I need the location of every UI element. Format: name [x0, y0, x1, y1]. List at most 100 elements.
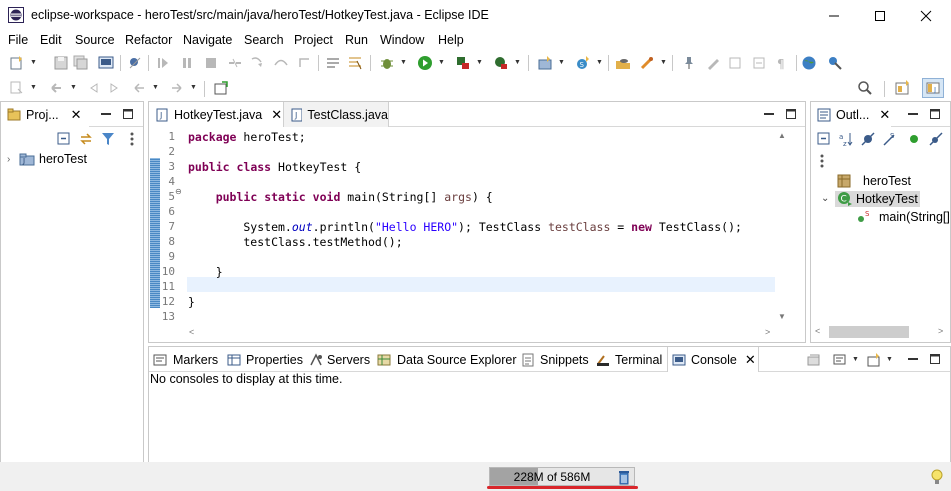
expand-arrow-icon[interactable]: › [7, 154, 19, 165]
navigate-forward-icon[interactable] [168, 79, 186, 97]
minimize-button[interactable] [811, 0, 857, 31]
menu-project[interactable]: Project [294, 33, 333, 47]
open-perspective-icon[interactable] [894, 79, 912, 97]
disconnect-icon[interactable] [226, 54, 244, 72]
outline-item-package[interactable]: heroTest [837, 172, 911, 189]
prev-annotation-icon[interactable] [84, 79, 102, 97]
minimize-view-icon[interactable] [905, 106, 921, 122]
back-icon[interactable] [48, 79, 66, 97]
menu-source[interactable]: Source [75, 33, 115, 47]
scroll-right-icon[interactable]: > [938, 326, 943, 336]
menu-file[interactable]: File [8, 33, 28, 47]
tab-outline[interactable]: Outl... ✕ [811, 102, 891, 127]
maximize-button[interactable] [857, 0, 903, 31]
skip-breakpoints-icon[interactable] [126, 54, 144, 72]
toggle-mark-occurrences-icon[interactable] [324, 54, 342, 72]
run-icon[interactable] [416, 54, 434, 72]
open-console-icon[interactable] [831, 351, 849, 369]
search-icon[interactable] [856, 79, 874, 97]
last-edit-location-icon[interactable] [8, 79, 26, 97]
tab-markers[interactable]: Markers [153, 347, 218, 372]
pin-icon[interactable] [680, 54, 698, 72]
hide-non-public-icon[interactable] [905, 130, 923, 148]
new-console-view-icon[interactable] [865, 351, 883, 369]
horizontal-scrollbar[interactable]: < > [185, 325, 775, 340]
external-tools-icon[interactable] [492, 54, 510, 72]
view-menu-icon[interactable] [123, 130, 141, 148]
tab-package-explorer[interactable]: Proj... ✕ [1, 102, 89, 127]
coverage-icon[interactable] [454, 54, 472, 72]
minimize-view-icon[interactable] [98, 106, 114, 122]
tab-console[interactable]: Console ✕ [667, 347, 759, 372]
display-selected-console-icon[interactable] [805, 351, 823, 369]
navigate-back-icon[interactable] [130, 79, 148, 97]
new-java-project-icon[interactable] [536, 54, 554, 72]
close-icon[interactable]: ✕ [271, 107, 282, 123]
tab-testclass-java[interactable]: J TestClass.java [283, 102, 389, 127]
link-with-editor-icon[interactable] [77, 130, 95, 148]
prev-edit-icon[interactable] [726, 54, 744, 72]
scroll-right-icon[interactable]: > [765, 327, 770, 337]
save-all-icon[interactable] [72, 54, 90, 72]
filter-icon[interactable] [99, 130, 117, 148]
new-class-icon[interactable]: S [574, 54, 592, 72]
maximize-view-icon[interactable] [120, 106, 136, 122]
menu-edit[interactable]: Edit [40, 33, 62, 47]
tab-properties[interactable]: Properties [227, 347, 303, 372]
scroll-left-icon[interactable]: < [815, 326, 820, 336]
hide-fields-icon[interactable] [859, 130, 877, 148]
step-return-icon[interactable] [296, 54, 314, 72]
tip-lightbulb-icon[interactable] [930, 468, 944, 489]
collapse-all-icon[interactable] [815, 130, 833, 148]
view-menu-icon[interactable] [813, 152, 831, 170]
outline-item-method[interactable]: S main(String[] [857, 208, 950, 225]
heap-status[interactable]: 228M of 586M [489, 467, 635, 486]
tree-item-herotest[interactable]: › J heroTest [7, 150, 87, 168]
menu-window[interactable]: Window [380, 33, 424, 47]
pin-editor-icon[interactable] [212, 79, 230, 97]
expand-arrow-icon[interactable]: ⌄ [821, 193, 835, 204]
sort-icon[interactable]: az [837, 130, 855, 148]
terminate-icon[interactable] [202, 54, 220, 72]
vertical-scrollbar[interactable]: ▲ ▼ [775, 127, 789, 325]
tab-terminal[interactable]: Terminal [596, 347, 662, 372]
new-icon[interactable] [8, 54, 26, 72]
outline-item-class[interactable]: ⌄ C HotkeyTest [821, 190, 920, 207]
scroll-down-icon[interactable]: ▼ [778, 312, 786, 321]
toggle-block-selection-icon[interactable] [346, 54, 364, 72]
pen-icon[interactable] [704, 54, 722, 72]
close-icon[interactable]: ✕ [879, 107, 890, 123]
close-button[interactable] [903, 0, 949, 31]
scroll-up-icon[interactable]: ▲ [778, 131, 786, 140]
suspend-icon[interactable] [178, 54, 196, 72]
open-type-icon[interactable] [614, 54, 632, 72]
collapse-all-icon[interactable] [55, 130, 73, 148]
save-icon[interactable] [52, 54, 70, 72]
debug-icon[interactable] [378, 54, 396, 72]
search-tool-icon[interactable] [638, 54, 656, 72]
step-into-icon[interactable] [248, 54, 266, 72]
hide-static-icon[interactable]: S [881, 130, 899, 148]
tab-snippets[interactable]: Snippets [521, 347, 589, 372]
next-edit-icon[interactable] [106, 79, 124, 97]
maximize-view-icon[interactable] [927, 351, 943, 367]
tab-data-source-explorer[interactable]: Data Source Explorer [377, 347, 517, 372]
next-annotation-icon[interactable] [750, 54, 768, 72]
minimize-view-icon[interactable] [905, 351, 921, 367]
close-icon[interactable]: ✕ [745, 352, 756, 368]
scroll-left-icon[interactable]: < [189, 327, 194, 337]
fold-icon[interactable]: ⊖ [175, 187, 182, 196]
close-icon[interactable]: ✕ [71, 107, 82, 123]
menu-navigate[interactable]: Navigate [183, 33, 232, 47]
minimize-view-icon[interactable] [761, 106, 777, 122]
scroll-thumb[interactable] [829, 326, 909, 338]
show-whitespace-icon[interactable]: ¶ [772, 54, 790, 72]
globe-icon[interactable] [800, 54, 818, 72]
tab-hotkeytest-java[interactable]: J HotkeyTest.java ✕ [149, 102, 283, 127]
menu-search[interactable]: Search [244, 33, 284, 47]
maximize-view-icon[interactable] [783, 106, 799, 122]
resume-icon[interactable] [154, 54, 172, 72]
hide-local-types-icon[interactable] [927, 130, 945, 148]
maximize-view-icon[interactable] [927, 106, 943, 122]
tab-servers[interactable]: Servers [309, 347, 370, 372]
